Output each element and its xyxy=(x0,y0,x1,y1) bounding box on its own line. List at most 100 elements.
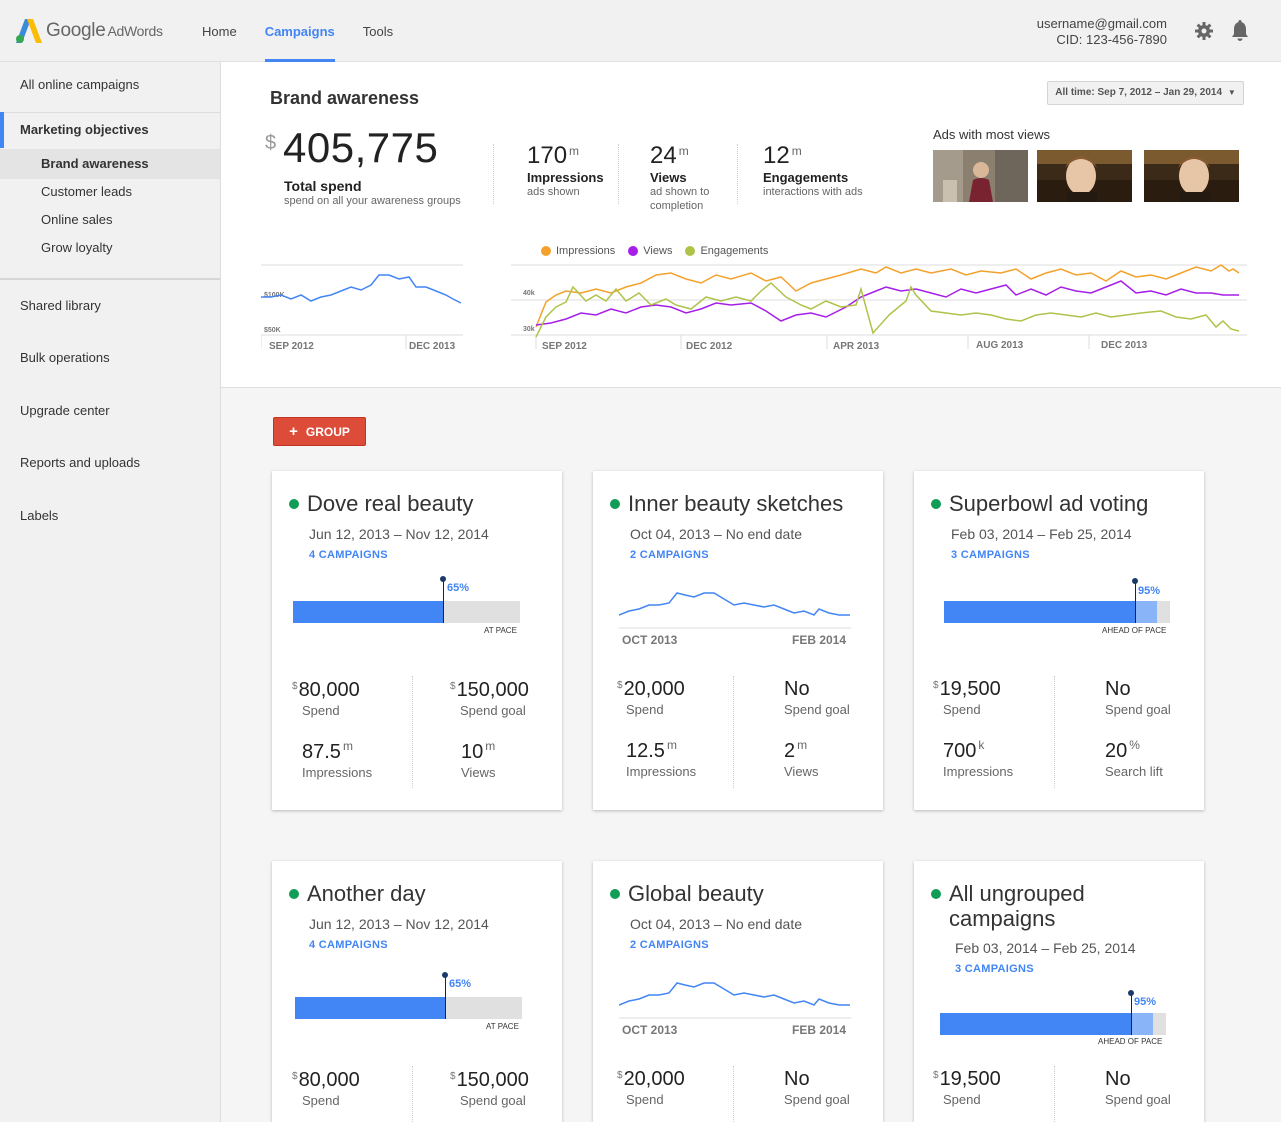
stat-spend-goal: $150,000 Spend goal xyxy=(450,1069,529,1108)
stat-spend: $80,000 Spend xyxy=(292,679,360,718)
spend-y-tick: $50K xyxy=(264,327,281,334)
currency-symbol: $ xyxy=(617,680,623,691)
date-range-dropdown[interactable]: All time: Sep 7, 2012 – Jan 29, 2014 ▼ xyxy=(1047,81,1244,105)
nav-campaigns[interactable]: Campaigns xyxy=(264,0,335,62)
pace-bar-over xyxy=(1131,1013,1153,1035)
group-title[interactable]: Another day xyxy=(307,881,552,906)
pace-marker xyxy=(1135,581,1136,623)
group-title[interactable]: Superbowl ad voting xyxy=(949,491,1194,516)
ad-thumbnail[interactable] xyxy=(933,150,1028,202)
group-campaigns-link[interactable]: 2 CAMPAIGNS xyxy=(630,549,709,561)
group-dates: Feb 03, 2014 – Feb 25, 2014 xyxy=(955,940,1136,956)
stat-views: 10 m Views xyxy=(461,739,495,780)
group-title[interactable]: All ungrouped campaigns xyxy=(949,881,1149,931)
notification-bell-icon[interactable] xyxy=(1230,20,1250,42)
main-nav: Home Campaigns Tools xyxy=(202,0,421,62)
sidebar-item-labels[interactable]: Labels xyxy=(0,508,220,523)
nav-home[interactable]: Home xyxy=(202,0,237,62)
stat-value: 80,000 xyxy=(298,679,360,701)
pace-bar xyxy=(940,1013,1166,1035)
sparkline-chart xyxy=(619,982,851,1019)
pace-marker xyxy=(1131,993,1132,1035)
sidebar-item-all-online-campaigns[interactable]: All online campaigns xyxy=(0,77,220,92)
group-dates: Jun 12, 2013 – Nov 12, 2014 xyxy=(309,916,489,932)
stat-spend: $20,000 Spend xyxy=(617,1068,685,1107)
spend-x-tick: DEC 2013 xyxy=(409,341,456,352)
sidebar-item-reports-uploads[interactable]: Reports and uploads xyxy=(0,455,220,470)
views-metric: 24 m Views ad shown to completion xyxy=(650,142,730,213)
stat-value: 19,500 xyxy=(939,678,1001,700)
page-title: Brand awareness xyxy=(270,88,420,108)
sidebar-item-marketing-objectives[interactable]: Marketing objectives xyxy=(0,122,220,137)
stat-unit: % xyxy=(1129,738,1140,752)
group-campaigns-link[interactable]: 4 CAMPAIGNS xyxy=(309,549,388,561)
legend-dot-views xyxy=(628,246,639,256)
add-group-button[interactable]: + GROUP xyxy=(273,417,366,446)
sidebar-item-upgrade-center[interactable]: Upgrade center xyxy=(0,403,220,418)
ad-thumbnail[interactable] xyxy=(1037,150,1132,202)
sidebar-item-brand-awareness[interactable]: Brand awareness xyxy=(0,149,220,179)
legend-views[interactable]: Views xyxy=(643,245,672,257)
views-label: Views xyxy=(650,170,687,185)
group-campaigns-link[interactable]: 3 CAMPAIGNS xyxy=(951,549,1030,561)
stat-label: Spend goal xyxy=(784,702,850,717)
group-card[interactable]: Superbowl ad voting Feb 03, 2014 – Feb 2… xyxy=(914,471,1204,810)
nav-tools[interactable]: Tools xyxy=(363,0,393,62)
ad-thumbnail[interactable] xyxy=(1144,150,1239,202)
total-spend-label: Total spend xyxy=(284,178,362,194)
sparkline-series-line xyxy=(619,982,850,1006)
chart-x-tick: DEC 2012 xyxy=(686,341,733,352)
stat-label: Impressions xyxy=(302,765,373,780)
stat-spend-goal: No Spend goal xyxy=(784,1068,850,1107)
group-title[interactable]: Dove real beauty xyxy=(307,491,552,516)
sidebar-item-grow-loyalty[interactable]: Grow loyalty xyxy=(0,240,220,255)
currency-symbol: $ xyxy=(292,681,298,692)
engagements-label: Engagements xyxy=(763,170,849,185)
chart-x-tick: DEC 2013 xyxy=(1101,340,1148,351)
stat-spend-goal: $150,000 Spend goal xyxy=(450,679,529,718)
currency-symbol: $ xyxy=(292,1071,298,1082)
currency-symbol: $ xyxy=(933,680,939,691)
group-title[interactable]: Global beauty xyxy=(628,881,873,906)
adwords-logo[interactable]: Google AdWords xyxy=(16,19,163,43)
chart-y-tick: 40k xyxy=(523,290,535,297)
status-dot-icon xyxy=(610,499,620,509)
top-bar: Google AdWords Home Campaigns Tools usern… xyxy=(0,0,1281,62)
stat-unit: m xyxy=(797,738,808,752)
account-email: username@gmail.com xyxy=(1036,16,1167,31)
stat-spend-goal: No Spend goal xyxy=(1105,1068,1171,1107)
stat-views: 2m Views xyxy=(784,738,819,779)
group-card[interactable]: Another day Jun 12, 2013 – Nov 12, 2014 … xyxy=(272,861,562,1122)
brand-name: Google xyxy=(46,20,106,41)
group-card[interactable]: Inner beauty sketches Oct 04, 2013 – No … xyxy=(593,471,883,810)
group-campaigns-link[interactable]: 4 CAMPAIGNS xyxy=(309,939,388,951)
currency-symbol: $ xyxy=(265,132,277,154)
pace-bar-fill xyxy=(293,601,443,623)
legend-engagements[interactable]: Engagements xyxy=(700,245,768,257)
group-campaigns-link[interactable]: 3 CAMPAIGNS xyxy=(955,963,1034,975)
legend-impressions[interactable]: Impressions xyxy=(556,245,615,257)
sidebar-item-customer-leads[interactable]: Customer leads xyxy=(0,184,220,199)
account-info[interactable]: username@gmail.com CID: 123-456-7890 xyxy=(1037,16,1167,48)
engagements-metric: 12 m Engagements interactions with ads xyxy=(763,142,863,199)
pace-status: AT PACE xyxy=(484,626,517,635)
sidebar-item-bulk-operations[interactable]: Bulk operations xyxy=(0,350,220,365)
performance-chart: 40k 30k SEP 2012 DEC 2012 APR 2013 AUG 2… xyxy=(511,264,1247,352)
summary-panel: Brand awareness All time: Sep 7, 2012 – … xyxy=(221,62,1281,388)
group-card[interactable]: Global beauty Oct 04, 2013 – No end date… xyxy=(593,861,883,1122)
group-campaigns-link[interactable]: 2 CAMPAIGNS xyxy=(630,939,709,951)
group-card[interactable]: All ungrouped campaigns Feb 03, 2014 – F… xyxy=(914,861,1204,1122)
group-dates: Feb 03, 2014 – Feb 25, 2014 xyxy=(951,526,1132,542)
stat-value: 20 xyxy=(1105,740,1128,762)
stat-label: Views xyxy=(784,764,819,779)
sidebar-item-online-sales[interactable]: Online sales xyxy=(0,212,220,227)
currency-symbol: $ xyxy=(617,1070,623,1081)
group-card[interactable]: Dove real beauty Jun 12, 2013 – Nov 12, … xyxy=(272,471,562,810)
group-title[interactable]: Inner beauty sketches xyxy=(628,491,873,516)
sidebar-item-shared-library[interactable]: Shared library xyxy=(0,298,220,313)
gear-icon[interactable] xyxy=(1195,22,1213,40)
sparkline-x-tick: OCT 2013 xyxy=(622,633,678,647)
stat-spend: $80,000 Spend xyxy=(292,1069,360,1108)
impressions-subtitle: ads shown xyxy=(527,186,580,198)
stat-label: Impressions xyxy=(626,764,697,779)
